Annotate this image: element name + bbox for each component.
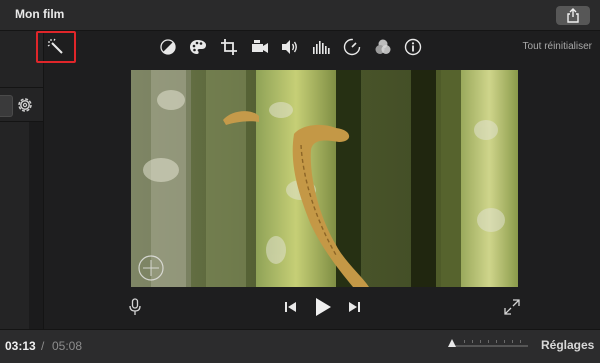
gear-icon [18, 98, 32, 112]
skip-forward-icon [349, 302, 360, 312]
info-icon [404, 38, 422, 56]
zoom-slider-ticks [464, 340, 521, 343]
volume-button[interactable] [280, 37, 300, 57]
filters-icon [375, 39, 391, 54]
play-button[interactable] [312, 296, 334, 318]
settings-button[interactable]: Réglages [541, 338, 594, 352]
fullscreen-icon [504, 299, 520, 315]
time-separator: / [41, 339, 45, 353]
skip-back-icon [285, 302, 296, 312]
info-button[interactable] [403, 37, 423, 57]
reset-all-button[interactable]: Tout réinitialiser [523, 41, 592, 52]
play-icon [316, 298, 331, 316]
scrollbar[interactable] [29, 122, 43, 329]
equalizer-button[interactable] [311, 37, 331, 57]
speed-icon [343, 38, 361, 56]
search-field[interactable] [0, 95, 13, 117]
color-correction-icon [190, 40, 206, 54]
share-icon [567, 8, 579, 23]
color-correction-button[interactable] [188, 37, 208, 57]
settings-button[interactable] [15, 95, 35, 115]
zoom-slider-knob[interactable] [447, 338, 457, 348]
color-balance-button[interactable] [158, 37, 178, 57]
magic-wand-icon [47, 38, 63, 54]
color-balance-icon [160, 39, 176, 55]
next-button[interactable] [346, 299, 362, 315]
fullscreen-button[interactable] [503, 298, 521, 316]
stabilization-button[interactable] [250, 37, 270, 57]
divider [0, 87, 43, 88]
window-title: Mon film [15, 7, 65, 21]
title-bar: Mon film [0, 0, 600, 31]
previous-button[interactable] [283, 299, 299, 315]
total-time: 05:08 [52, 339, 83, 353]
crop-button[interactable] [219, 37, 239, 57]
speed-button[interactable] [342, 37, 362, 57]
microphone-icon [129, 298, 141, 315]
share-button[interactable] [556, 6, 590, 25]
timeline-bar: 03:13 / 05:08 Réglages [0, 329, 600, 363]
magic-wand-button[interactable] [36, 31, 76, 63]
current-time: 03:13 [5, 339, 36, 353]
volume-icon [282, 40, 297, 54]
video-frame [131, 70, 518, 287]
stabilization-icon [252, 40, 268, 53]
filters-button[interactable] [373, 37, 393, 57]
record-voiceover-button[interactable] [127, 297, 143, 317]
video-preview[interactable] [131, 70, 518, 287]
left-panel [0, 31, 44, 329]
equalizer-icon [313, 41, 330, 54]
crop-icon [221, 39, 237, 55]
